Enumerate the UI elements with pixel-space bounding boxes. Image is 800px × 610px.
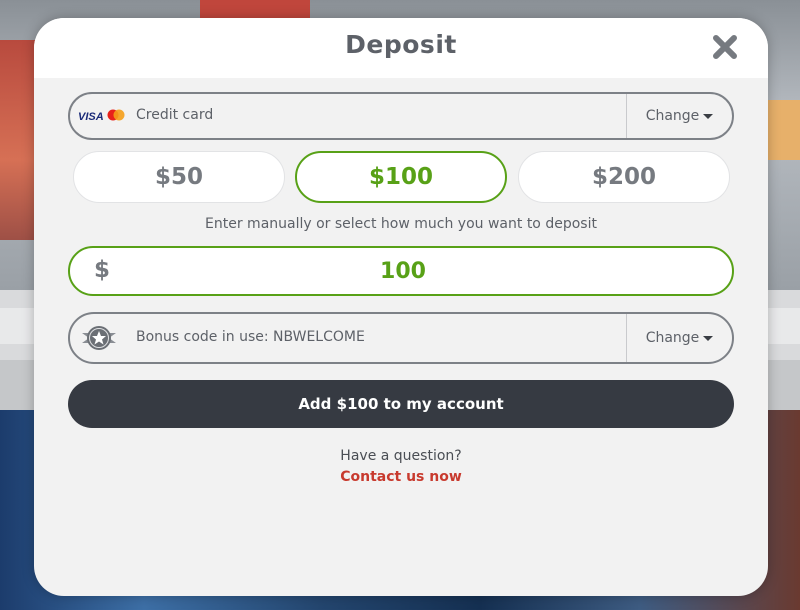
change-label: Change — [645, 108, 700, 124]
background-decoration — [768, 100, 800, 160]
modal-title: Deposit — [345, 30, 457, 59]
star-badge-icon — [80, 323, 118, 353]
caret-down-icon — [703, 336, 714, 341]
svg-text:VISA: VISA — [78, 111, 104, 123]
bonus-code-label: Bonus code in use: NBWELCOME — [136, 329, 365, 345]
amount-hint: Enter manually or select how much you wa… — [205, 216, 597, 232]
help-question: Have a question? — [340, 448, 462, 464]
contact-us-link[interactable]: Contact us now — [34, 469, 768, 485]
amount-field[interactable]: $ — [68, 246, 734, 296]
amount-option-50[interactable]: $50 — [73, 151, 285, 203]
amount-input[interactable] — [130, 254, 676, 288]
change-bonus-button[interactable]: Change — [626, 314, 732, 362]
payment-method-label: Credit card — [136, 107, 214, 123]
visa-mastercard-icon: VISA — [78, 109, 125, 123]
amount-option-100[interactable]: $100 — [295, 151, 507, 203]
caret-down-icon — [703, 114, 714, 119]
payment-method-selector[interactable]: VISA Credit card Change — [68, 92, 734, 140]
currency-symbol: $ — [94, 257, 111, 283]
deposit-modal: Deposit VISA Credit card Change $50 $100… — [34, 18, 768, 596]
add-funds-button[interactable]: Add $100 to my account — [68, 380, 734, 428]
change-payment-button[interactable]: Change — [626, 94, 732, 138]
close-icon[interactable] — [710, 32, 740, 62]
bonus-code-selector[interactable]: Bonus code in use: NBWELCOME Change — [68, 312, 734, 364]
card-logos: VISA — [78, 108, 126, 124]
modal-header: Deposit — [34, 18, 768, 78]
change-label: Change — [645, 330, 700, 346]
amount-option-200[interactable]: $200 — [518, 151, 730, 203]
